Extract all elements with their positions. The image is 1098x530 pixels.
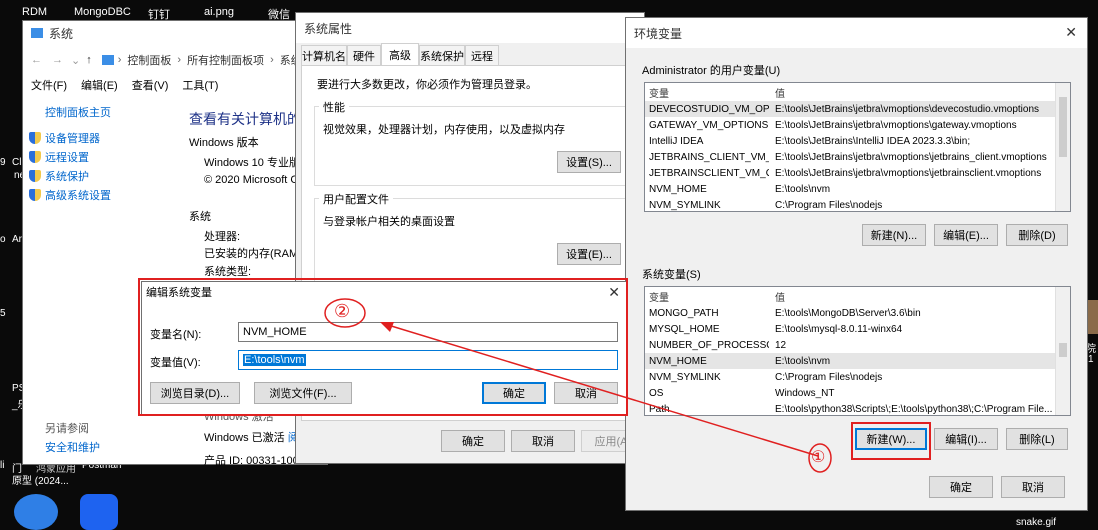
arrow-head-icon <box>380 322 394 332</box>
step-1-label: ① <box>811 449 826 466</box>
annotation-arrow <box>387 324 819 457</box>
annotation-overlay <box>324 298 832 473</box>
step-2-label: ② <box>334 301 351 321</box>
